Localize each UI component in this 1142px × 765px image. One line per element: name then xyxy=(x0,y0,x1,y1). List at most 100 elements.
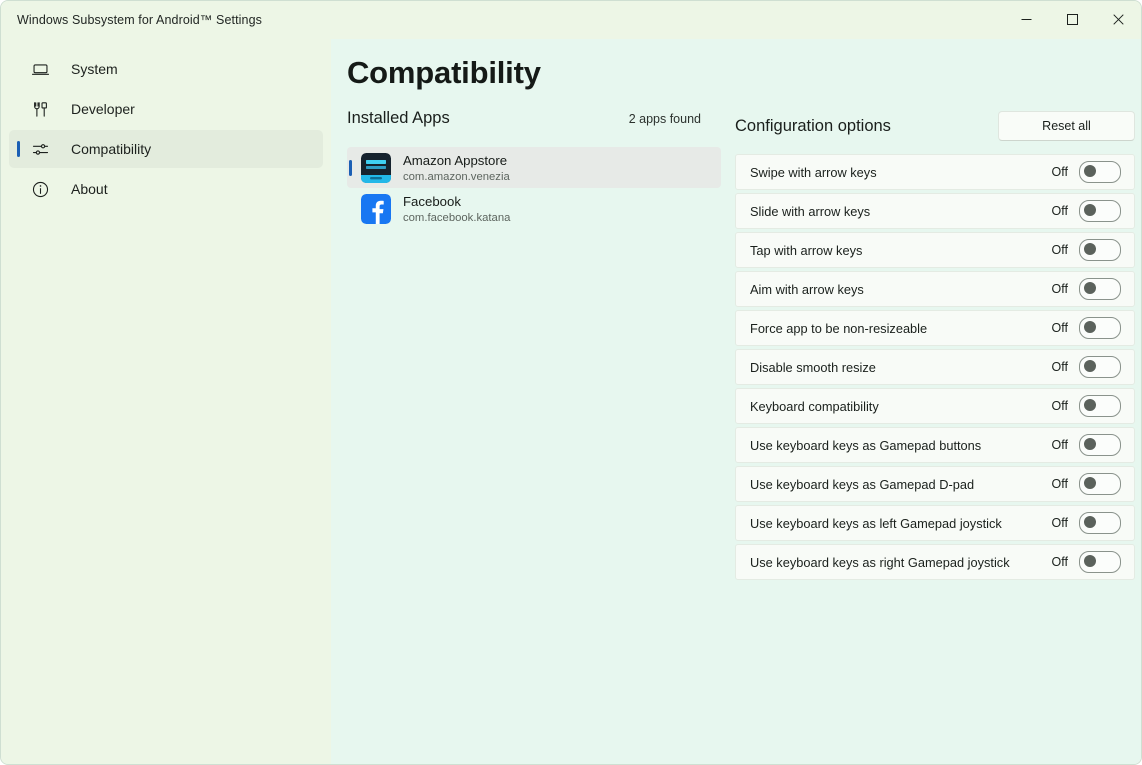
option-row-keyboard-keys-left-joystick[interactable]: Use keyboard keys as left Gamepad joysti… xyxy=(735,505,1135,541)
content-area: Compatibility Installed Apps 2 apps foun… xyxy=(331,39,1141,764)
page-title: Compatibility xyxy=(347,55,541,90)
option-toggle[interactable] xyxy=(1079,551,1121,573)
toggle-knob xyxy=(1084,516,1096,528)
app-list-item-facebook[interactable]: Facebook com.facebook.katana xyxy=(347,188,721,229)
facebook-icon xyxy=(361,193,391,224)
apps-list: Amazon Appstore com.amazon.venezia Faceb… xyxy=(347,147,721,229)
option-label: Swipe with arrow keys xyxy=(750,164,877,180)
sidebar-item-system[interactable]: System xyxy=(9,50,323,88)
app-package: com.facebook.katana xyxy=(403,211,511,224)
option-state: Off xyxy=(1051,555,1068,569)
toggle-knob xyxy=(1084,555,1096,567)
option-label: Force app to be non-resizeable xyxy=(750,320,928,336)
tools-icon xyxy=(29,98,51,120)
settings-window: Windows Subsystem for Android™ Settings xyxy=(0,0,1142,765)
option-label: Tap with arrow keys xyxy=(750,242,863,258)
close-icon xyxy=(1112,13,1124,28)
option-label: Disable smooth resize xyxy=(750,359,876,375)
sidebar-item-label: Compatibility xyxy=(71,141,152,157)
sliders-icon xyxy=(29,138,51,160)
option-state: Off xyxy=(1051,477,1068,491)
app-name: Facebook xyxy=(403,193,461,209)
option-row-tap-with-arrow-keys[interactable]: Tap with arrow keys Off xyxy=(735,232,1135,268)
sidebar-item-label: Developer xyxy=(71,101,135,117)
option-label: Use keyboard keys as left Gamepad joysti… xyxy=(750,515,1002,531)
maximize-icon xyxy=(1066,13,1078,28)
sidebar-navigation: System Developer Compatibility About xyxy=(1,39,331,764)
toggle-knob xyxy=(1084,321,1096,333)
option-toggle[interactable] xyxy=(1079,200,1121,222)
app-text: Facebook com.facebook.katana xyxy=(403,193,510,225)
maximize-button[interactable] xyxy=(1049,1,1095,39)
option-state: Off xyxy=(1051,165,1068,179)
configuration-title: Configuration options xyxy=(735,116,891,135)
reset-all-button[interactable]: Reset all xyxy=(998,111,1135,141)
configuration-options-list: Swipe with arrow keys Off Slide with arr… xyxy=(735,154,1135,580)
option-row-keyboard-keys-gamepad-dpad[interactable]: Use keyboard keys as Gamepad D-pad Off xyxy=(735,466,1135,502)
close-button[interactable] xyxy=(1095,1,1141,39)
option-toggle[interactable] xyxy=(1079,512,1121,534)
option-state: Off xyxy=(1051,438,1068,452)
configuration-options-section: Configuration options Reset all Swipe wi… xyxy=(735,109,1135,583)
option-row-force-app-non-resizeable[interactable]: Force app to be non-resizeable Off xyxy=(735,310,1135,346)
option-state: Off xyxy=(1051,204,1068,218)
option-label: Aim with arrow keys xyxy=(750,281,864,297)
option-label: Slide with arrow keys xyxy=(750,203,871,219)
option-label: Keyboard compatibility xyxy=(750,398,879,414)
columns-wrapper: Installed Apps 2 apps found Amazon Appst… xyxy=(331,109,1141,583)
option-state: Off xyxy=(1051,360,1068,374)
option-state: Off xyxy=(1051,399,1068,413)
toggle-knob xyxy=(1084,438,1096,450)
installed-apps-header: Installed Apps 2 apps found xyxy=(347,109,721,139)
sidebar-item-about[interactable]: About xyxy=(9,170,323,208)
toggle-knob xyxy=(1084,282,1096,294)
option-row-keyboard-compatibility[interactable]: Keyboard compatibility Off xyxy=(735,388,1135,424)
option-toggle[interactable] xyxy=(1079,161,1121,183)
option-label: Use keyboard keys as Gamepad D-pad xyxy=(750,476,975,492)
app-name: Amazon Appstore xyxy=(403,152,508,168)
option-row-slide-with-arrow-keys[interactable]: Slide with arrow keys Off xyxy=(735,193,1135,229)
apps-found-count: 2 apps found xyxy=(628,112,701,126)
sidebar-item-compatibility[interactable]: Compatibility xyxy=(9,130,323,168)
toggle-knob xyxy=(1084,165,1096,177)
option-row-aim-with-arrow-keys[interactable]: Aim with arrow keys Off xyxy=(735,271,1135,307)
option-state: Off xyxy=(1051,516,1068,530)
configuration-header: Configuration options Reset all xyxy=(735,109,1135,143)
minimize-button[interactable] xyxy=(1003,1,1049,39)
window-body: System Developer Compatibility About Com… xyxy=(1,39,1141,764)
toggle-knob xyxy=(1084,477,1096,489)
option-toggle[interactable] xyxy=(1079,473,1121,495)
option-state: Off xyxy=(1051,243,1068,257)
installed-apps-title: Installed Apps xyxy=(347,109,450,127)
option-state: Off xyxy=(1051,321,1068,335)
sidebar-item-label: About xyxy=(71,181,108,197)
amazon-appstore-icon xyxy=(361,152,391,183)
option-row-keyboard-keys-right-joystick[interactable]: Use keyboard keys as right Gamepad joyst… xyxy=(735,544,1135,580)
info-circle-icon xyxy=(29,178,51,200)
option-toggle[interactable] xyxy=(1079,239,1121,261)
option-toggle[interactable] xyxy=(1079,395,1121,417)
app-package: com.amazon.venezia xyxy=(403,170,510,183)
option-state: Off xyxy=(1051,282,1068,296)
sidebar-item-label: System xyxy=(71,61,118,77)
title-bar[interactable]: Windows Subsystem for Android™ Settings xyxy=(1,1,1141,39)
sidebar-item-developer[interactable]: Developer xyxy=(9,90,323,128)
app-text: Amazon Appstore com.amazon.venezia xyxy=(403,152,510,184)
option-row-keyboard-keys-gamepad-buttons[interactable]: Use keyboard keys as Gamepad buttons Off xyxy=(735,427,1135,463)
toggle-knob xyxy=(1084,360,1096,372)
window-title: Windows Subsystem for Android™ Settings xyxy=(17,13,262,27)
option-row-disable-smooth-resize[interactable]: Disable smooth resize Off xyxy=(735,349,1135,385)
installed-apps-section: Installed Apps 2 apps found Amazon Appst… xyxy=(331,109,721,229)
app-list-item-amazon-appstore[interactable]: Amazon Appstore com.amazon.venezia xyxy=(347,147,721,188)
toggle-knob xyxy=(1084,204,1096,216)
laptop-icon xyxy=(29,58,51,80)
window-controls xyxy=(1003,1,1141,39)
option-toggle[interactable] xyxy=(1079,278,1121,300)
option-toggle[interactable] xyxy=(1079,317,1121,339)
option-row-swipe-with-arrow-keys[interactable]: Swipe with arrow keys Off xyxy=(735,154,1135,190)
option-toggle[interactable] xyxy=(1079,434,1121,456)
minimize-icon xyxy=(1021,13,1032,28)
toggle-knob xyxy=(1084,399,1096,411)
option-label: Use keyboard keys as Gamepad buttons xyxy=(750,437,982,453)
option-toggle[interactable] xyxy=(1079,356,1121,378)
